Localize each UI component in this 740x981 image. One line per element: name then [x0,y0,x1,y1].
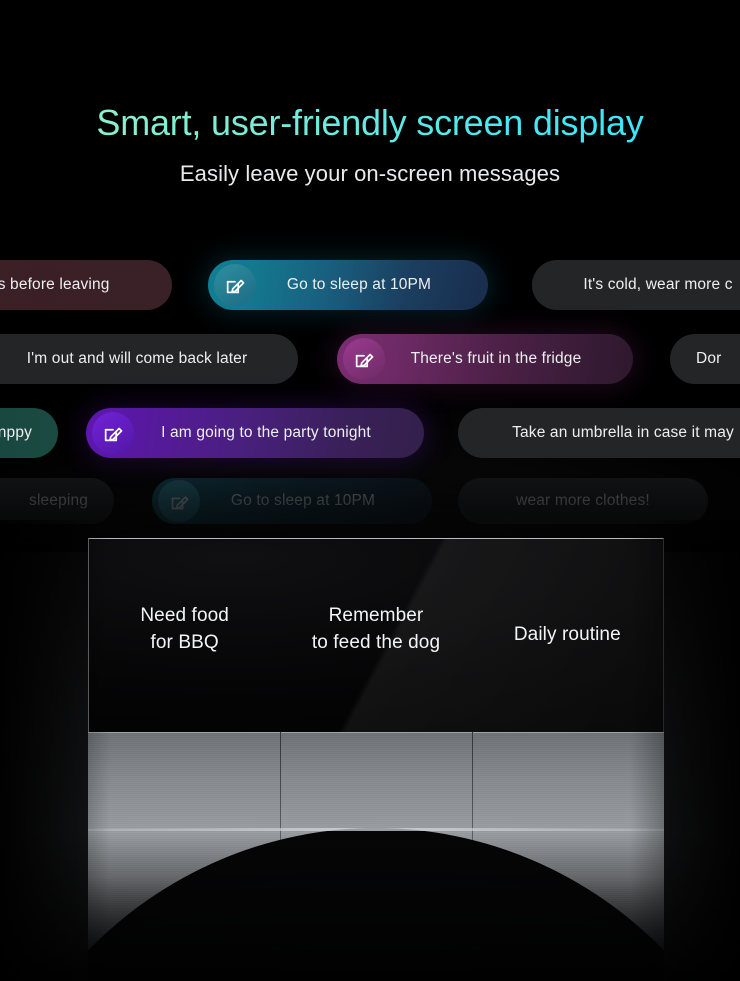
message-row-faded: sleeping Go to sleep at 10PM wear more c… [0,470,740,530]
page-subtitle: Easily leave your on-screen messages [179,160,561,186]
message-pill-label: It's cold, wear more c [583,276,733,293]
message-pill-label: I am going to the party tonight [161,424,371,441]
message-pill-inactive[interactable]: I'm out and will come back later [0,334,298,384]
header: Smart, user-friendly screen display Easi… [0,0,740,187]
screen-note-line1: Daily routine [513,624,621,646]
message-pill-inactive[interactable]: Take an umbrella in case it may [458,408,740,458]
message-pill-inactive[interactable]: sleeping [0,478,114,524]
promo-screen: Smart, user-friendly screen display Easi… [0,0,740,981]
message-pill-active[interactable]: There's fruit in the fridge [337,334,633,384]
message-pill-label: Go to sleep at 10PM [230,492,376,509]
message-row: nppy I am going to the party tonight Tak… [0,396,740,470]
message-pill-inactive[interactable]: It's cold, wear more c [532,260,740,310]
edit-note-icon [343,338,385,380]
message-pill-label: nppy [0,424,32,441]
message-pill-label: sleeping [29,492,88,509]
message-row: I'm out and will come back later There's… [0,322,740,396]
message-pill-label: There's fruit in the fridge [410,350,582,367]
message-row: hts before leaving Go to sleep at 10PM I… [0,248,740,322]
message-pill-label: I'm out and will come back later [26,350,248,367]
screen-note-line2: to feed the dog [311,631,441,653]
screen-note[interactable]: Remember to feed the dog [280,603,471,655]
screen-note-line1: Need food [140,605,229,627]
screen-note[interactable]: Daily routine [472,622,663,648]
refrigerator: Need food for BBQ Remember to feed the d… [88,538,664,981]
screen-note-line2: for BBQ [150,631,219,653]
message-pill-label: Dor [696,350,722,367]
message-pill-active[interactable]: Go to sleep at 10PM [208,260,488,310]
message-pill-inactive[interactable]: hts before leaving [0,260,172,310]
message-pill-label: Take an umbrella in case it may [512,424,734,441]
edit-note-icon [92,412,134,454]
message-pill-label: Go to sleep at 10PM [286,276,432,293]
screen-note[interactable]: Need food for BBQ [89,603,280,655]
message-pill-label: hts before leaving [0,276,110,293]
fridge-screen[interactable]: Need food for BBQ Remember to feed the d… [88,538,664,732]
message-pill-active[interactable]: I am going to the party tonight [86,408,424,458]
screen-note-line1: Remember [328,605,424,627]
edit-note-icon [214,264,256,306]
message-pill-inactive[interactable]: Dor [670,334,740,384]
message-pill-active[interactable]: Go to sleep at 10PM [152,478,432,524]
message-pill-inactive[interactable]: nppy [0,408,58,458]
message-suggestion-rows: hts before leaving Go to sleep at 10PM I… [0,248,740,530]
fridge-doors [88,732,664,981]
message-pill-label: wear more clothes! [516,492,650,509]
message-pill-inactive[interactable]: wear more clothes! [458,478,708,524]
edit-note-icon [158,480,200,522]
page-title: Smart, user-friendly screen display [0,0,740,143]
